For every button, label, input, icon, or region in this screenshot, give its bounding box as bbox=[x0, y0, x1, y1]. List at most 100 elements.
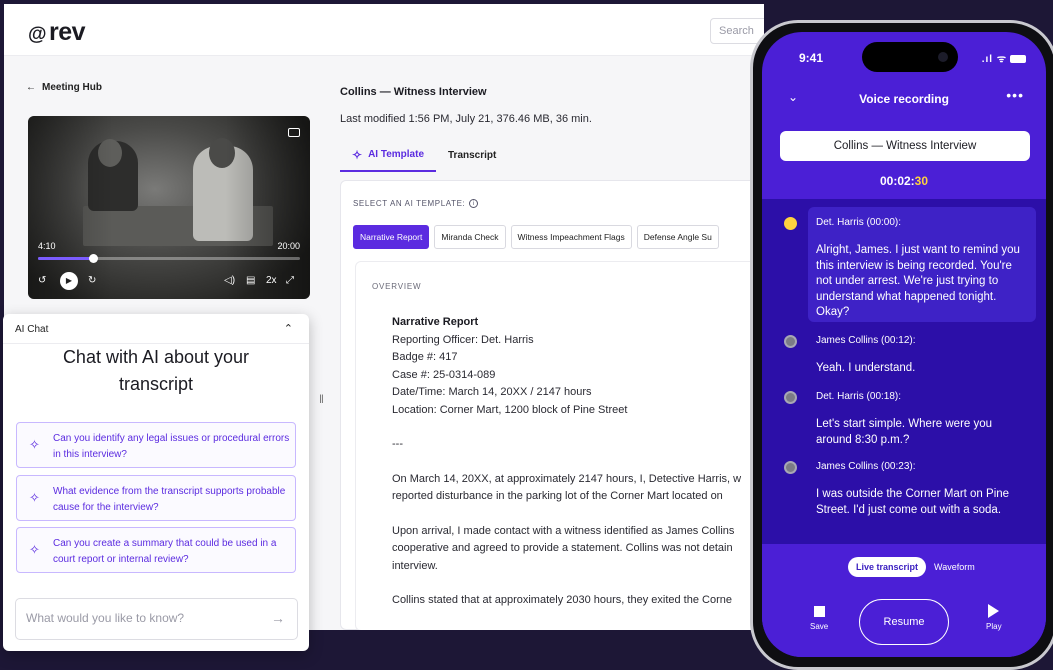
template-chip-narrative-report[interactable]: Narrative Report bbox=[353, 225, 430, 249]
status-bar-time: 9:41 bbox=[799, 51, 824, 65]
sparkle-icon: ✧ bbox=[29, 542, 40, 557]
recording-name[interactable]: Collins — Witness Interview bbox=[780, 131, 1030, 161]
sparkle-icon: ✧ bbox=[29, 490, 40, 505]
info-icon[interactable]: i bbox=[469, 199, 479, 208]
logo-text: rev bbox=[49, 18, 86, 46]
chat-input[interactable] bbox=[26, 611, 266, 625]
rev-logo[interactable]: @ rev bbox=[28, 18, 86, 47]
transcript-speaker: Det. Harris (00:18): bbox=[816, 391, 902, 402]
status-bar-icons: .ıl ᯤ bbox=[982, 51, 1026, 65]
report-datetime: Date/Time: March 14, 20XX / 2147 hours bbox=[392, 386, 592, 398]
top-bar: @ rev Search bbox=[4, 4, 764, 56]
ai-chat-panel: AI Chat ⌃ Chat with AI about your transc… bbox=[3, 314, 309, 651]
ai-template-panel: SELECT AN AI TEMPLATE: i Narrative Repor… bbox=[340, 180, 764, 630]
live-transcript-toggle[interactable]: Live transcript bbox=[848, 557, 927, 577]
save-button[interactable]: Save bbox=[810, 606, 828, 631]
video-player[interactable]: 4:10 20:00 ↺ ▶ ↻ ◁) ▤ 2x ⤢ bbox=[28, 116, 310, 299]
report-paragraph-3-line-1: Collins stated that at approximately 203… bbox=[392, 594, 732, 606]
narrative-report-body: Narrative Report Reporting Officer: Det.… bbox=[392, 314, 764, 610]
transcript-text: Let's start simple. Where were you aroun… bbox=[816, 418, 993, 446]
resume-button[interactable]: Resume bbox=[859, 599, 949, 645]
report-paragraph-2-line-2: cooperative and agreed to provide a stat… bbox=[392, 542, 733, 554]
fullscreen-icon[interactable]: ⤢ bbox=[286, 272, 294, 290]
speaker-marker-icon bbox=[784, 391, 797, 404]
sparkle-icon: ✧ bbox=[29, 437, 40, 452]
logo-at-icon: @ bbox=[28, 24, 47, 45]
document-meta: Last modified 1:56 PM, July 21, 376.46 M… bbox=[340, 113, 592, 125]
view-toggle: Live transcript Waveform bbox=[848, 557, 979, 577]
video-total-time: 20:00 bbox=[277, 241, 300, 251]
report-separator: --- bbox=[392, 438, 403, 450]
document-tabs: ✧ AI Template Transcript bbox=[340, 142, 508, 172]
send-arrow-icon[interactable]: → bbox=[271, 610, 285, 626]
video-scrub-handle[interactable] bbox=[89, 254, 99, 263]
overview-panel: OVERVIEW ⧉ Narrative Report Reporting Of… bbox=[355, 261, 764, 630]
forward-icon[interactable]: ↻ bbox=[88, 272, 96, 290]
play-button[interactable]: Play bbox=[986, 604, 1002, 631]
save-label: Save bbox=[810, 622, 829, 631]
panel-resize-handle[interactable]: ‖ bbox=[319, 392, 324, 406]
template-label-text: SELECT AN AI TEMPLATE: bbox=[353, 199, 466, 208]
template-chip-witness-impeachment-flags[interactable]: Witness Impeachment Flags bbox=[510, 225, 632, 249]
video-progress-track[interactable] bbox=[38, 254, 300, 263]
transcript-text: I was outside the Corner Mart on Pine St… bbox=[816, 488, 1010, 516]
report-case: Case #: 25-0314-089 bbox=[392, 368, 496, 381]
phone-frame: 9:41 .ıl ᯤ ⌄ Voice recording ••• Collins… bbox=[750, 20, 1053, 670]
speaker-marker-icon bbox=[784, 335, 797, 348]
more-options-icon[interactable]: ••• bbox=[1006, 87, 1024, 103]
chat-input-box[interactable]: → bbox=[15, 598, 298, 640]
volume-icon[interactable]: ◁) bbox=[224, 272, 235, 290]
report-paragraph-1-line-1: On March 14, 20XX, at approximately 2147… bbox=[392, 472, 742, 485]
play-triangle-icon bbox=[988, 604, 1000, 618]
document-title: Collins — Witness Interview bbox=[340, 86, 487, 98]
report-heading: Narrative Report bbox=[392, 316, 479, 328]
chat-suggestion[interactable]: ✧ Can you identify any legal issues or p… bbox=[16, 422, 296, 468]
transcript-speaker: James Collins (00:12): bbox=[816, 335, 916, 346]
speaker-marker-icon bbox=[784, 461, 797, 474]
template-chip-defense-angle[interactable]: Defense Angle Su bbox=[636, 225, 719, 249]
tab-transcript[interactable]: Transcript bbox=[436, 142, 508, 172]
overview-label: OVERVIEW bbox=[372, 282, 422, 291]
chat-suggestion-text: Can you create a summary that could be u… bbox=[53, 538, 277, 565]
waveform-toggle[interactable]: Waveform bbox=[930, 557, 979, 577]
back-link-label: Meeting Hub bbox=[42, 82, 102, 93]
chat-suggestion[interactable]: ✧ What evidence from the transcript supp… bbox=[16, 475, 296, 521]
playback-speed-button[interactable]: 2x bbox=[266, 272, 277, 290]
back-arrow-icon: ← bbox=[26, 82, 36, 93]
transcript-speaker: Det. Harris (00:00): bbox=[816, 217, 902, 228]
transcript-speaker: James Collins (00:23): bbox=[816, 461, 916, 472]
ai-chat-title: Chat with AI about your transcript bbox=[62, 347, 250, 394]
report-badge: Badge #: 417 bbox=[392, 351, 458, 363]
live-transcript-list[interactable]: Det. Harris (00:00): Alright, James. I j… bbox=[762, 199, 1046, 544]
chat-suggestion-text: Can you identify any legal issues or pro… bbox=[53, 433, 290, 460]
tab-ai-template[interactable]: ✧ AI Template bbox=[340, 142, 436, 172]
sparkle-icon: ✧ bbox=[352, 147, 363, 162]
template-chips: Narrative Report Miranda Check Witness I… bbox=[353, 225, 719, 249]
tab-label: Transcript bbox=[448, 150, 497, 161]
chat-suggestion-text: What evidence from the transcript suppor… bbox=[53, 486, 286, 513]
report-paragraph-2-line-1: Upon arrival, I made contact with a witn… bbox=[392, 524, 735, 537]
report-location: Location: Corner Mart, 1200 block of Pin… bbox=[392, 403, 628, 416]
dynamic-island bbox=[862, 42, 958, 72]
collapse-chevron-icon[interactable]: ⌃ bbox=[284, 322, 293, 335]
template-select-label: SELECT AN AI TEMPLATE: i bbox=[353, 199, 479, 208]
chat-suggestion[interactable]: ✧ Can you create a summary that could be… bbox=[16, 527, 296, 573]
picture-in-picture-icon[interactable] bbox=[288, 128, 300, 137]
template-chip-miranda-check[interactable]: Miranda Check bbox=[434, 225, 506, 249]
ai-chat-header-label: AI Chat bbox=[15, 324, 49, 335]
transcript-text: Alright, James. I just want to remind yo… bbox=[816, 244, 1020, 318]
play-label: Play bbox=[986, 622, 1002, 631]
video-progress-fill bbox=[38, 257, 94, 260]
timer-prefix: 00:02: bbox=[879, 174, 915, 188]
ai-chat-header[interactable]: AI Chat ⌃ bbox=[3, 314, 309, 344]
search-input[interactable]: Search bbox=[710, 18, 764, 44]
captions-icon[interactable]: ▤ bbox=[246, 272, 255, 290]
back-to-meeting-hub-link[interactable]: ← Meeting Hub bbox=[26, 82, 102, 93]
rewind-icon[interactable]: ↺ bbox=[38, 272, 46, 290]
stop-square-icon bbox=[813, 606, 825, 617]
battery-icon bbox=[1010, 55, 1026, 64]
phone-screen-title: Voice recording bbox=[859, 92, 949, 106]
phone-screen: 9:41 .ıl ᯤ ⌄ Voice recording ••• Collins… bbox=[762, 32, 1046, 657]
play-icon[interactable]: ▶ bbox=[60, 272, 78, 290]
video-current-time: 4:10 bbox=[38, 241, 56, 251]
